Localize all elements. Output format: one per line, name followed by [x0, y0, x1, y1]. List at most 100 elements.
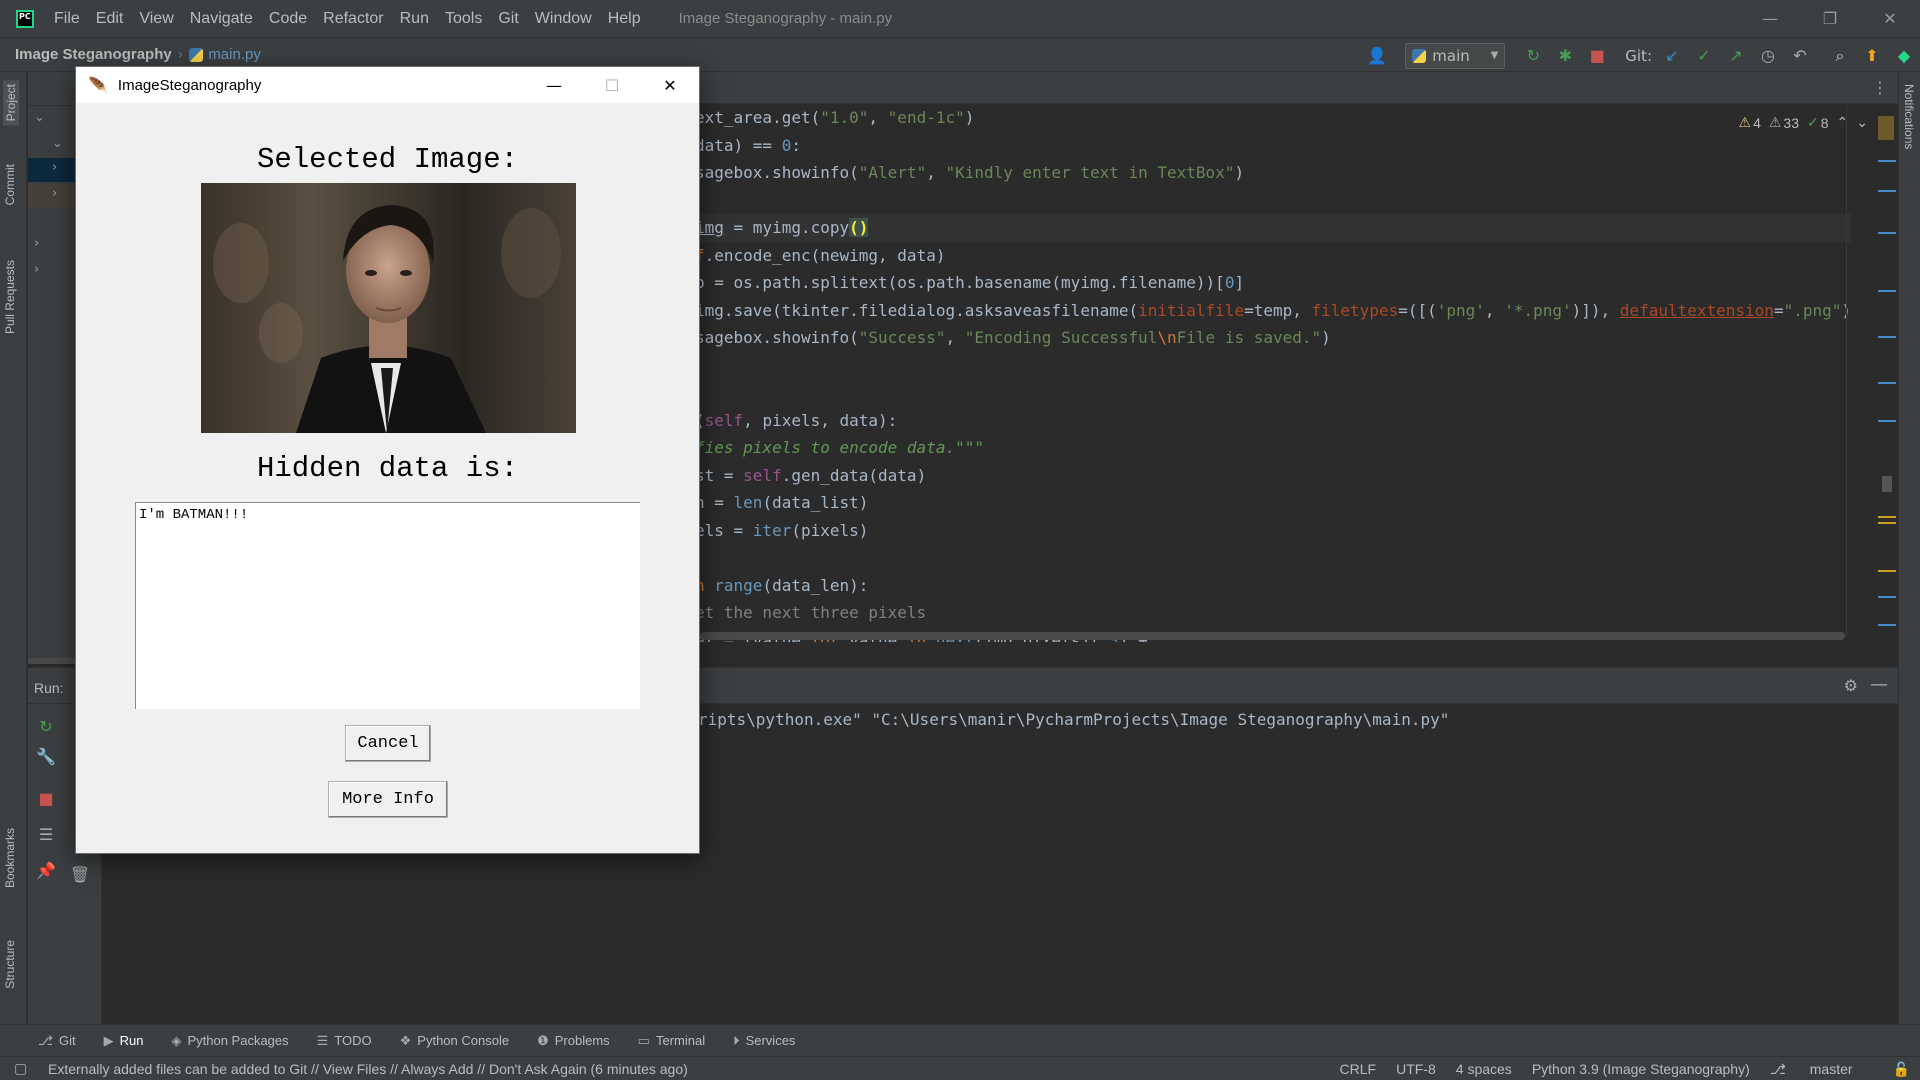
menu-code[interactable]: Code — [269, 10, 307, 28]
search-icon[interactable]: ⌕ — [1830, 46, 1850, 66]
menu-refactor[interactable]: Refactor — [323, 10, 383, 28]
menu-navigate[interactable]: Navigate — [190, 10, 253, 28]
debug-icon[interactable]: ✱ — [1555, 46, 1575, 66]
minimize-window-button[interactable]: — — [1740, 0, 1800, 37]
git-update-icon[interactable]: ↙ — [1662, 46, 1682, 66]
bottom-tab-git[interactable]: ⎇ Git — [38, 1033, 76, 1049]
tool-tab-notifications[interactable]: Notifications — [1902, 84, 1916, 149]
title-bar: File Edit View Navigate Code Refactor Ru… — [0, 0, 1920, 37]
status-message[interactable]: Externally added files can be added to G… — [48, 1061, 688, 1077]
menu-run[interactable]: Run — [400, 10, 429, 28]
menu-git[interactable]: Git — [498, 10, 518, 28]
dialog-maximize-button[interactable]: ☐ — [583, 67, 641, 103]
bottom-tab-problems[interactable]: ❶ Problems — [537, 1033, 610, 1049]
trash-icon[interactable]: 🗑 — [70, 864, 90, 884]
code-line[interactable] — [695, 544, 1851, 572]
code-line[interactable] — [695, 379, 1851, 407]
bottom-tab-python-packages[interactable]: ◈ Python Packages — [171, 1033, 288, 1049]
breadcrumb-project[interactable]: Image Steganography — [15, 46, 172, 63]
wrench-icon[interactable]: 🔧 — [36, 746, 56, 766]
menu-window[interactable]: Window — [535, 10, 592, 28]
code-line[interactable]: n = len(data_list) — [695, 489, 1851, 517]
toggle-tool-windows-icon[interactable]: ▢ — [14, 1060, 27, 1077]
stop-icon[interactable]: ■ — [1587, 46, 1607, 66]
code-token: () — [849, 218, 869, 237]
tool-tab-structure[interactable]: Structure — [3, 940, 17, 989]
next-highlight-icon[interactable]: ⌄ — [1856, 114, 1868, 131]
run-configuration-select[interactable]: main ▼ — [1405, 42, 1506, 69]
code-line[interactable]: ext_area.get("1.0", "end-1c") — [695, 104, 1851, 132]
chevron-right-icon: › — [34, 236, 40, 251]
layout-icon[interactable]: ☰ — [36, 824, 56, 844]
rerun-icon[interactable]: ↻ — [36, 716, 56, 736]
code-line[interactable]: st = self.gen_data(data) — [695, 462, 1851, 490]
cancel-button[interactable]: Cancel — [345, 725, 431, 762]
git-branch-widget[interactable]: ⎇ master — [1770, 1061, 1873, 1078]
hide-panel-icon[interactable]: — — [1870, 674, 1888, 695]
more-info-button[interactable]: More Info — [328, 781, 448, 818]
gear-icon[interactable]: ⚙ — [1844, 676, 1858, 695]
code-line[interactable]: sagebox.showinfo("Success", "Encoding Su… — [695, 324, 1851, 352]
tool-tab-bookmarks[interactable]: Bookmarks — [3, 828, 17, 888]
tool-tab-commit[interactable]: Commit — [3, 164, 17, 205]
lock-icon[interactable]: 🔓 — [1893, 1061, 1910, 1078]
code-line[interactable]: data) == 0: — [695, 132, 1851, 160]
editor-scrollbar-thumb[interactable] — [1882, 476, 1892, 492]
breadcrumb-file[interactable]: main.py — [208, 46, 261, 63]
encoding-widget[interactable]: UTF-8 — [1396, 1061, 1436, 1077]
dialog-title-bar[interactable]: 🪶 ImageSteganography — ☐ ✕ — [76, 67, 699, 103]
pin-icon[interactable]: 📌 — [36, 860, 56, 880]
stop-icon[interactable]: ■ — [36, 788, 56, 808]
code-line[interactable]: img.save(tkinter.filedialog.asksaveasfil… — [695, 297, 1851, 325]
bottom-tab-todo[interactable]: ☰ TODO — [317, 1033, 372, 1049]
rollback-icon[interactable]: ↶ — [1790, 46, 1810, 66]
code-line[interactable]: els = iter(pixels) — [695, 517, 1851, 545]
line-separator-widget[interactable]: CRLF — [1340, 1061, 1377, 1077]
menu-file[interactable]: File — [54, 10, 80, 28]
code-line[interactable]: (self, pixels, data): — [695, 407, 1851, 435]
git-commit-icon[interactable]: ✓ — [1694, 46, 1714, 66]
bottom-tab-services[interactable]: ⏵ Services — [733, 1033, 795, 1049]
code-line[interactable]: p = os.path.splitext(os.path.basename(my… — [695, 269, 1851, 297]
close-window-button[interactable]: ✕ — [1860, 0, 1920, 37]
code-line[interactable]: img = myimg.copy() — [695, 214, 1851, 242]
selected-image — [201, 183, 576, 433]
maximize-icon: ☐ — [604, 75, 620, 95]
code-line[interactable]: sagebox.showinfo("Alert", "Kindly enter … — [695, 159, 1851, 187]
code-token: "1.0" — [820, 108, 869, 127]
more-options-icon[interactable]: ⋮ — [1872, 78, 1888, 97]
code-line[interactable] — [695, 187, 1851, 215]
code-line[interactable] — [695, 352, 1851, 380]
error-stripe[interactable] — [1876, 104, 1896, 642]
restore-window-button[interactable]: ❐ — [1800, 0, 1860, 37]
dialog-close-button[interactable]: ✕ — [641, 67, 699, 103]
menu-edit[interactable]: Edit — [96, 10, 124, 28]
code-line[interactable]: f.encode_enc(newimg, data) — [695, 242, 1851, 270]
history-icon[interactable]: ◷ — [1758, 46, 1778, 66]
bottom-tab-run[interactable]: ▶ Run — [104, 1033, 144, 1049]
bottom-tab-python-console[interactable]: ❖ Python Console — [400, 1033, 509, 1049]
console-output[interactable]: ripts\python.exe" "C:\Users\manir\Pychar… — [698, 710, 1449, 729]
tool-tab-pull-requests[interactable]: Pull Requests — [3, 260, 17, 334]
editor-horizontal-scrollbar[interactable] — [700, 632, 1845, 640]
user-icon[interactable]: 👤 — [1367, 46, 1387, 66]
git-push-icon[interactable]: ↗ — [1726, 46, 1746, 66]
code-line[interactable]: et the next three pixels — [695, 599, 1851, 627]
tool-tab-project[interactable]: Project — [3, 80, 19, 126]
jetbrains-icon[interactable]: ◆ — [1894, 46, 1914, 66]
code-content[interactable]: ext_area.get("1.0", "end-1c") data) == 0:… — [695, 104, 1851, 642]
menu-view[interactable]: View — [139, 10, 173, 28]
indent-widget[interactable]: 4 spaces — [1456, 1061, 1512, 1077]
hidden-data-textbox[interactable]: I'm BATMAN!!! — [135, 502, 640, 709]
updates-icon[interactable]: ⬆ — [1862, 46, 1882, 66]
dialog-minimize-button[interactable]: — — [525, 67, 583, 103]
interpreter-widget[interactable]: Python 3.9 (Image Steganography) — [1532, 1061, 1750, 1077]
rerun-icon[interactable]: ↻ — [1523, 46, 1543, 66]
code-line[interactable]: n range(data_len): — [695, 572, 1851, 600]
error-stripe-mark — [1878, 290, 1896, 292]
tool-tab-structure-label: Structure — [3, 940, 17, 989]
menu-tools[interactable]: Tools — [445, 10, 482, 28]
code-line[interactable]: fies pixels to encode data.""" — [695, 434, 1851, 462]
menu-help[interactable]: Help — [608, 10, 641, 28]
bottom-tab-terminal[interactable]: ▭ Terminal — [638, 1033, 705, 1049]
